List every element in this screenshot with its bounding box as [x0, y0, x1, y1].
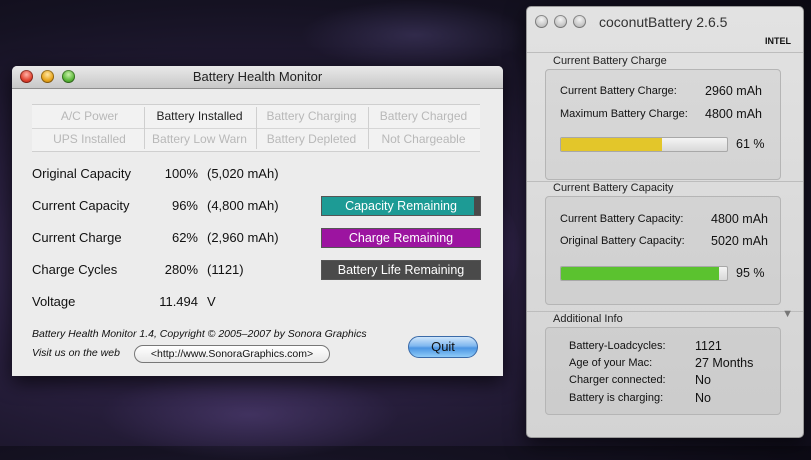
mac-age-label: Age of your Mac:	[569, 357, 653, 369]
window-title: Battery Health Monitor	[192, 69, 323, 84]
battery-charging-value: No	[695, 391, 711, 405]
original-capacity-percent: 100%	[164, 166, 198, 181]
bar-label: Capacity Remaining	[345, 199, 457, 213]
charge-remaining-bar: Charge Remaining	[321, 228, 481, 248]
current-charge-percent: 62%	[171, 230, 198, 245]
zoom-icon[interactable]	[573, 15, 586, 28]
status-battery-depleted: Battery Depleted	[266, 132, 357, 146]
mac-age-value: 27 Months	[695, 356, 754, 370]
divider	[527, 52, 803, 53]
current-charge-label: Current Charge	[32, 230, 122, 245]
window-titlebar[interactable]: Battery Health Monitor	[12, 66, 503, 89]
charge-cycles-value: (1121)	[207, 262, 244, 277]
additional-info-title: Additional Info	[553, 313, 623, 325]
status-grid: A/C Power Battery Installed Battery Char…	[32, 104, 480, 152]
charge-level-bar	[560, 137, 728, 152]
current-capacity-value: (4,800 mAh)	[207, 198, 279, 213]
wallpaper-glow	[100, 370, 400, 460]
status-battery-charging: Battery Charging	[266, 109, 357, 123]
divider	[527, 311, 803, 312]
current-capacity-label: Current Battery Capacity:	[560, 213, 684, 225]
visit-web-text: Visit us on the web	[32, 347, 120, 359]
bar-label: Charge Remaining	[348, 231, 454, 245]
bar-fill	[561, 138, 663, 151]
window-title: coconutBattery 2.6.5	[599, 14, 728, 30]
capacity-level-bar	[560, 266, 728, 281]
close-icon[interactable]	[535, 15, 548, 28]
bar-label: Battery Life Remaining	[337, 263, 465, 277]
loadcycles-label: Battery-Loadcycles:	[569, 340, 666, 352]
charge-cycles-percent: 280%	[164, 262, 198, 277]
wallpaper-glow	[300, 0, 530, 70]
disclosure-triangle-icon[interactable]: ▼	[782, 308, 793, 320]
maximum-charge-value: 4800 mAh	[705, 107, 762, 121]
voltage-value: 11.494	[159, 294, 198, 309]
current-charge-value: (2,960 mAh)	[207, 230, 279, 245]
website-link-button[interactable]: <http://www.SonoraGraphics.com>	[134, 345, 330, 363]
status-ups-installed: UPS Installed	[53, 132, 126, 146]
current-capacity-value: 4800 mAh	[711, 212, 768, 226]
capacity-percent: 95 %	[736, 266, 765, 280]
original-capacity-label: Original Capacity	[32, 166, 131, 181]
capacity-remaining-bar: Capacity Remaining	[321, 196, 481, 216]
capacity-section-title: Current Battery Capacity	[553, 182, 674, 194]
battery-charging-label: Battery is charging:	[569, 392, 664, 404]
status-battery-charged: Battery Charged	[379, 109, 468, 123]
current-charge-label: Current Battery Charge:	[560, 85, 677, 97]
copyright-text: Battery Health Monitor 1.4, Copyright © …	[32, 328, 367, 340]
original-capacity-value: 5020 mAh	[711, 234, 768, 248]
battery-health-monitor-window: Battery Health Monitor A/C Power Battery…	[12, 66, 503, 376]
current-capacity-percent: 96%	[171, 198, 198, 213]
current-charge-value: 2960 mAh	[705, 84, 762, 98]
coconutbattery-window: coconutBattery 2.6.5 INTEL Current Batte…	[526, 6, 804, 438]
original-capacity-label: Original Battery Capacity:	[560, 235, 685, 247]
quit-button[interactable]: Quit	[408, 336, 478, 358]
charge-percent: 61 %	[736, 137, 765, 151]
status-battery-installed: Battery Installed	[156, 109, 243, 123]
charge-section-title: Current Battery Charge	[553, 55, 667, 67]
status-battery-low-warn: Battery Low Warn	[152, 132, 247, 146]
charger-connected-value: No	[695, 373, 711, 387]
maximum-charge-label: Maximum Battery Charge:	[560, 108, 688, 120]
intel-badge: INTEL	[765, 36, 791, 46]
status-not-chargeable: Not Chargeable	[381, 132, 466, 146]
bar-empty-track	[473, 197, 480, 215]
battery-life-remaining-bar: Battery Life Remaining	[321, 260, 481, 280]
original-capacity-value: (5,020 mAh)	[207, 166, 279, 181]
voltage-unit: V	[207, 294, 216, 309]
loadcycles-value: 1121	[695, 339, 722, 353]
status-ac-power: A/C Power	[60, 109, 119, 123]
bar-fill	[561, 267, 719, 280]
voltage-label: Voltage	[32, 294, 76, 309]
current-capacity-label: Current Capacity	[32, 198, 130, 213]
minimize-icon[interactable]	[554, 15, 567, 28]
charger-connected-label: Charger connected:	[569, 374, 666, 386]
charge-cycles-label: Charge Cycles	[32, 262, 118, 277]
